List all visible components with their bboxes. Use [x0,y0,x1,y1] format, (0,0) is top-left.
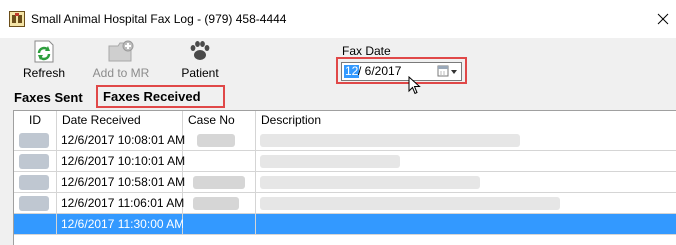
table-row-selected[interactable]: 12/6/2017 11:30:00 AM [14,214,676,235]
fax-date-picker[interactable]: 12 / 6/2017 [341,62,462,81]
date-cell: 12/6/2017 10:08:01 AM [57,130,185,151]
mouse-cursor-icon [408,76,421,95]
patient-button[interactable]: Patient [172,38,228,84]
title-bar: Small Animal Hospital Fax Log - (979) 45… [0,0,676,38]
refresh-button[interactable]: Refresh [18,38,70,84]
case-cell [183,193,256,214]
column-header-case[interactable]: Case No [183,111,256,130]
redacted-id [19,196,49,211]
column-header-description[interactable]: Description [256,111,676,130]
description-cell [256,130,676,151]
case-cell [183,172,256,193]
table-row[interactable]: 12/6/2017 10:10:01 AM [14,151,676,172]
description-cell [256,172,676,193]
id-cell [14,214,57,235]
table-row[interactable]: 12/6/2017 10:58:01 AM [14,172,676,193]
id-cell [14,193,57,214]
redacted-description [260,176,480,189]
window-title: Small Animal Hospital Fax Log - (979) 45… [31,12,287,26]
redacted-id [19,154,49,169]
case-cell [183,214,256,235]
redacted-description [260,134,520,147]
tab-faxes-received[interactable]: Faxes Received [103,89,201,104]
tab-faxes-sent[interactable]: Faxes Sent [14,90,83,105]
redacted-id [19,133,49,148]
table-row[interactable]: 12/6/2017 11:06:01 AM [14,193,676,214]
date-day-year[interactable]: / 6/2017 [358,65,401,78]
calendar-dropdown-icon[interactable] [437,65,459,78]
redacted-description [260,155,400,168]
id-cell [14,130,57,151]
date-cell: 12/6/2017 11:06:01 AM [57,193,184,214]
date-cell: 12/6/2017 11:30:00 AM [57,214,184,235]
id-cell [14,172,57,193]
app-icon [9,11,25,27]
case-cell [183,130,256,151]
column-header-id[interactable]: ID [14,111,57,130]
table-row[interactable]: 12/6/2017 10:08:01 AM [14,130,676,151]
description-cell [256,193,676,214]
redacted-case [197,134,235,147]
refresh-icon [34,40,54,63]
add-to-mr-button[interactable]: Add to MR [86,38,156,84]
date-cell: 12/6/2017 10:10:01 AM [57,151,185,172]
paw-icon [190,41,210,60]
redacted-id [19,175,49,190]
description-cell [256,151,676,172]
description-cell [256,214,676,235]
redacted-case [193,176,245,189]
column-header-date[interactable]: Date Received [57,111,183,130]
case-cell [183,151,256,172]
fax-grid: ID Date Received Case No Description 12/… [13,110,676,245]
id-cell [14,151,57,172]
redacted-case [193,197,239,210]
close-icon[interactable] [656,12,670,26]
date-cell: 12/6/2017 10:58:01 AM [57,172,185,193]
patient-label: Patient [181,66,219,80]
refresh-label: Refresh [22,66,66,80]
add-folder-icon [108,40,134,62]
add-to-mr-label: Add to MR [92,66,150,80]
redacted-description [260,197,560,210]
fax-date-label: Fax Date [342,44,391,58]
grid-header: ID Date Received Case No Description [14,111,676,130]
